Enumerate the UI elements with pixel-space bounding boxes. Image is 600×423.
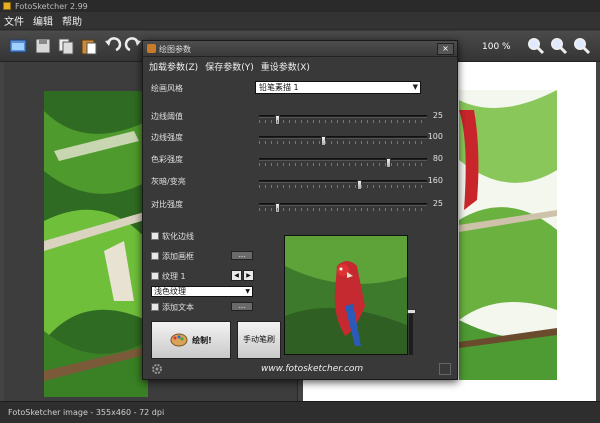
slider-edge-threshold: 边线阈值 25	[151, 111, 451, 125]
window-title: FotoSketcher 2.99	[15, 1, 88, 11]
slider-ticks	[259, 120, 427, 123]
slider-edge-strength: 边线强度 100	[151, 132, 451, 146]
preview-zoom-thumb[interactable]	[407, 309, 416, 314]
slider-track[interactable]	[259, 115, 427, 125]
save-parameters-menu[interactable]: 保存参数(Y)	[205, 60, 254, 73]
slider-label: 对比强度	[151, 200, 183, 209]
soften-edges-label: 软化边线	[162, 231, 194, 241]
copy-icon[interactable]	[56, 36, 76, 56]
manual-brush-button[interactable]: 手动笔刷	[237, 321, 281, 359]
close-button[interactable]: ×	[437, 43, 454, 55]
menu-bar: 文件 编辑 帮助	[0, 12, 600, 30]
slider-value: 80	[432, 154, 443, 163]
palette-icon	[170, 333, 188, 347]
redo-icon[interactable]	[124, 36, 144, 56]
add-frame-label: 添加画框	[162, 251, 194, 261]
soften-edges-option[interactable]: 软化边线	[151, 230, 194, 242]
preview-zoom-track[interactable]	[409, 311, 413, 355]
texture-prev-button[interactable]: ◀	[231, 270, 242, 281]
resize-grip-icon[interactable]	[439, 363, 451, 375]
zoom-in-icon[interactable]	[526, 36, 546, 56]
paste-icon[interactable]	[79, 36, 99, 56]
menu-file[interactable]: 文件	[4, 13, 24, 28]
slider-value: 160	[427, 176, 443, 185]
chevron-down-icon: ▼	[245, 288, 250, 295]
dialog-title: 绘图参数	[159, 45, 191, 54]
add-text-label: 添加文本	[162, 302, 194, 312]
status-bar: FotoSketcher image - 355x460 - 72 dpi	[0, 401, 600, 423]
slider-label: 色彩强度	[151, 155, 183, 164]
slider-label: 边线阈值	[151, 112, 183, 121]
texture-checkbox[interactable]	[151, 272, 159, 280]
menu-help[interactable]: 帮助	[62, 13, 82, 28]
draw-button[interactable]: 绘制!	[151, 321, 231, 359]
slider-ticks	[259, 208, 427, 211]
text-options-button[interactable]: ...	[231, 302, 253, 311]
add-text-checkbox[interactable]	[151, 303, 159, 311]
status-text: FotoSketcher image - 355x460 - 72 dpi	[8, 408, 165, 417]
slider-track[interactable]	[259, 136, 427, 146]
slider-ticks	[259, 141, 427, 144]
reset-parameters-menu[interactable]: 重设参数(X)	[261, 60, 310, 73]
slider-label: 灰暗/变亮	[151, 177, 186, 186]
zoom-fit-icon[interactable]	[572, 36, 592, 56]
add-text-option[interactable]: 添加文本	[151, 301, 194, 313]
texture-next-button[interactable]: ▶	[243, 270, 254, 281]
sketch-result	[459, 90, 557, 380]
app-icon	[3, 2, 11, 10]
slider-label: 边线强度	[151, 133, 183, 142]
style-select[interactable]: 铅笔素描 1 ▼	[255, 81, 421, 94]
original-photo	[44, 91, 148, 397]
slider-value: 25	[432, 111, 443, 120]
dialog-menu: 加载参数(Z) 保存参数(Y) 重设参数(X)	[143, 58, 457, 74]
open-image-icon[interactable]	[8, 36, 28, 56]
website-link[interactable]: www.fotosketcher.com	[261, 364, 363, 374]
gear-icon[interactable]	[151, 363, 163, 375]
add-frame-checkbox[interactable]	[151, 252, 159, 260]
zoom-out-icon[interactable]	[549, 36, 569, 56]
window-title-bar: FotoSketcher 2.99	[0, 0, 600, 12]
add-frame-option[interactable]: 添加画框	[151, 250, 194, 262]
soften-edges-checkbox[interactable]	[151, 232, 159, 240]
slider-ticks	[259, 163, 427, 166]
slider-darken-lighten: 灰暗/变亮 160	[151, 176, 451, 190]
slider-color-intensity: 色彩强度 80	[151, 154, 451, 168]
chevron-down-icon: ▼	[412, 83, 418, 91]
texture-label: 纹理 1	[162, 271, 186, 281]
style-label: 绘画风格	[151, 84, 183, 93]
menu-edit[interactable]: 编辑	[33, 13, 53, 28]
zoom-level: 100 %	[482, 42, 511, 52]
texture-select-value: 浅色纹理	[154, 287, 186, 296]
slider-value: 100	[427, 132, 443, 141]
slider-track[interactable]	[259, 158, 427, 168]
slider-contrast: 对比强度 25	[151, 199, 451, 213]
slider-track[interactable]	[259, 203, 427, 213]
dialog-title-bar[interactable]: 绘图参数 ×	[143, 41, 457, 57]
load-parameters-menu[interactable]: 加载参数(Z)	[149, 60, 198, 73]
undo-icon[interactable]	[102, 36, 122, 56]
save-icon[interactable]	[33, 36, 53, 56]
drawing-parameters-dialog: 绘图参数 × 加载参数(Z) 保存参数(Y) 重设参数(X) 绘画风格 铅笔素描…	[142, 40, 458, 380]
texture-select[interactable]: 浅色纹理 ▼	[151, 286, 253, 297]
style-select-value: 铅笔素描 1	[259, 83, 299, 92]
preview-image[interactable]	[284, 235, 408, 355]
slider-ticks	[259, 185, 427, 188]
draw-button-label: 绘制!	[192, 335, 212, 345]
slider-value: 25	[432, 199, 443, 208]
palette-icon	[147, 44, 156, 53]
frame-options-button[interactable]: ...	[231, 251, 253, 260]
slider-track[interactable]	[259, 180, 427, 190]
texture-option[interactable]: 纹理 1	[151, 270, 186, 282]
